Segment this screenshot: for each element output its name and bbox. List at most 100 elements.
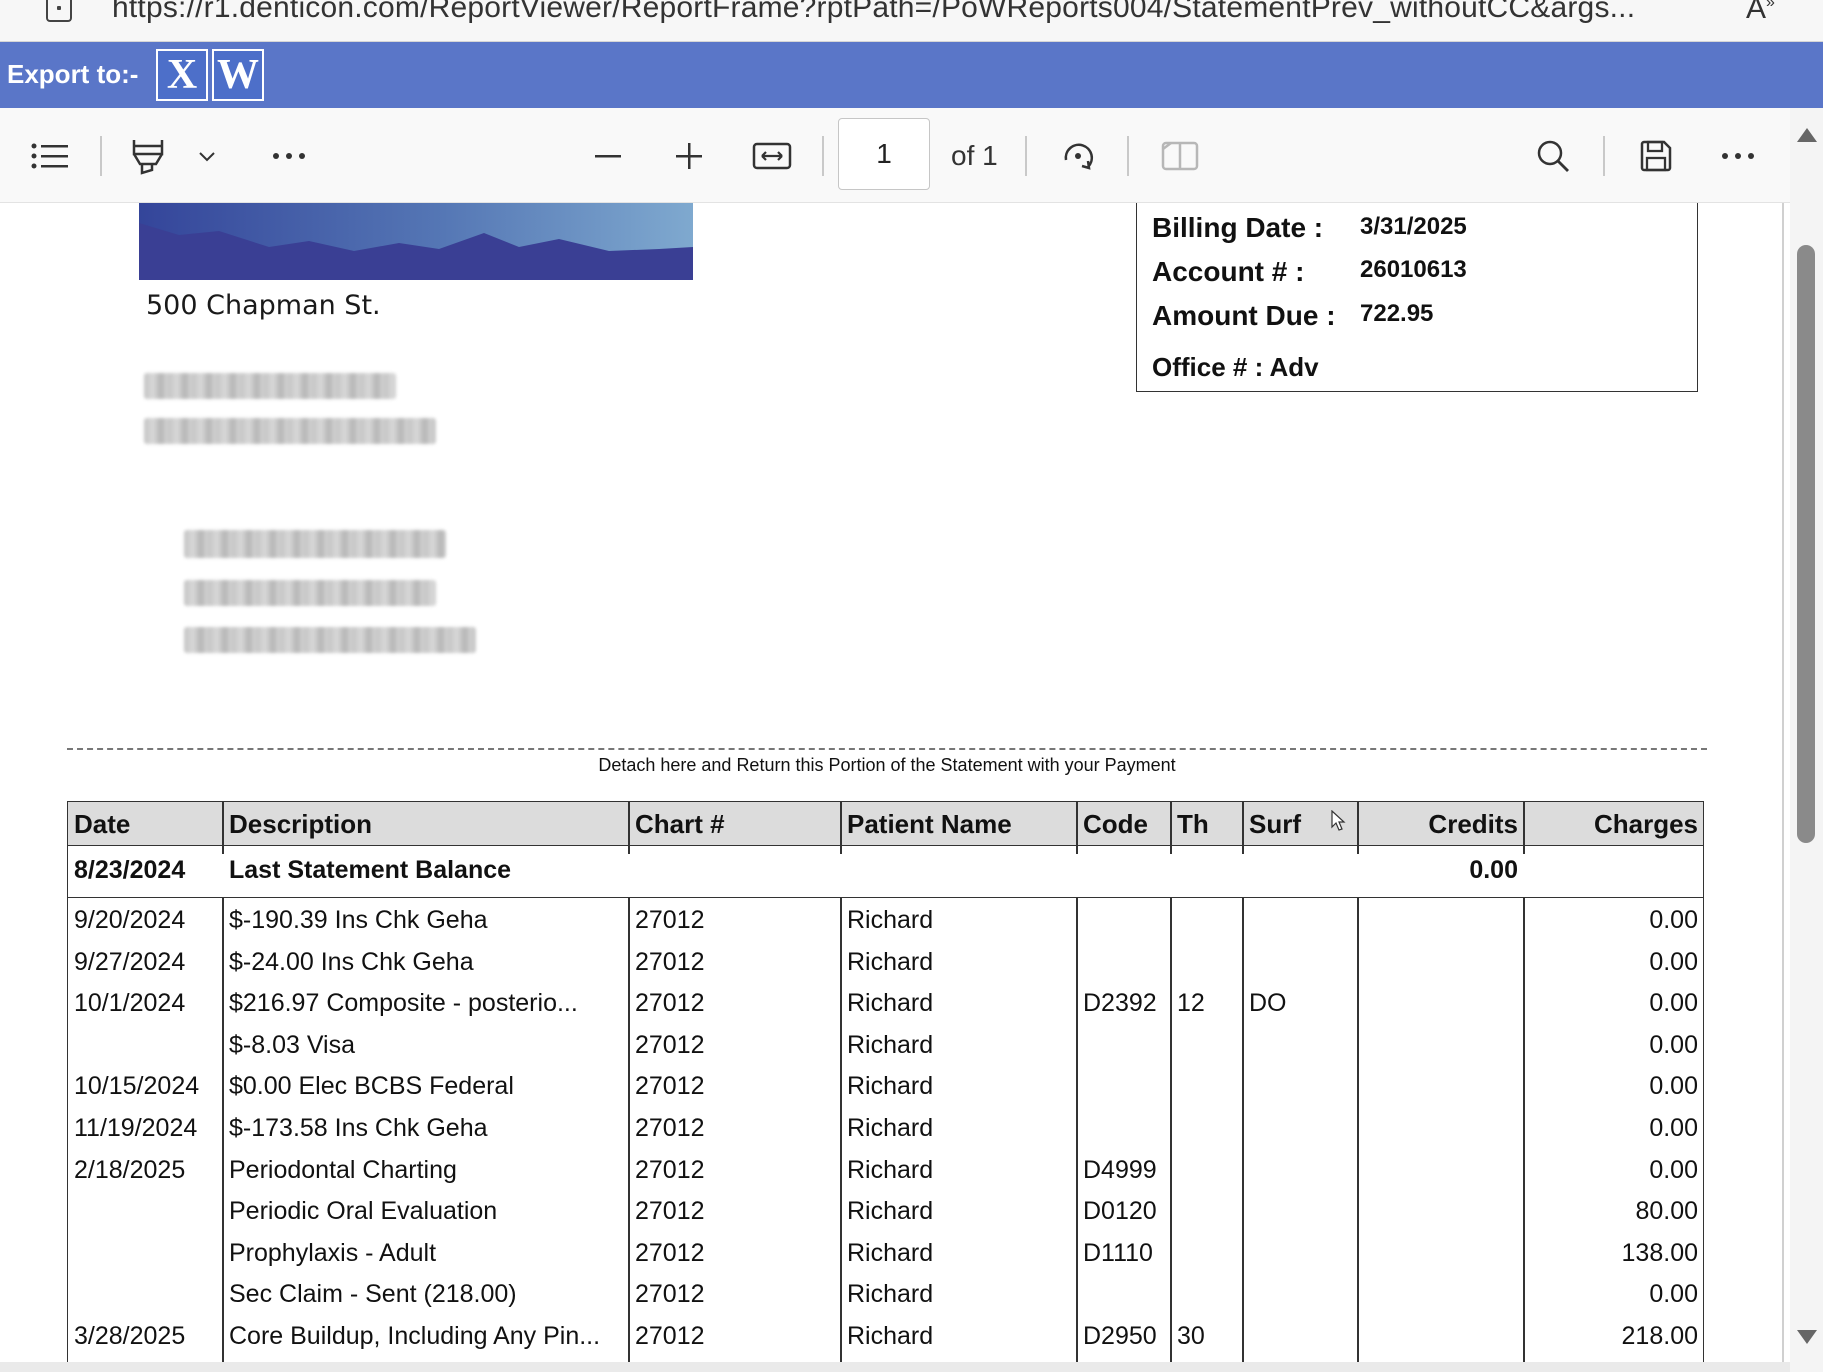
cell-code: D2392 [1083,989,1157,1017]
cell-description: $-190.39 Ins Chk Geha [229,906,488,934]
cell-patient: Richard [847,1239,934,1267]
address-bar: https://r1.denticon.com/ReportViewer/Rep… [0,0,1823,42]
cell-charges: 0.00 [1649,1280,1698,1308]
highlight-icon[interactable] [126,108,170,203]
billing-date-label: Billing Date : [1152,212,1324,243]
cell-description: Periodic Oral Evaluation [229,1197,498,1225]
search-icon[interactable] [1533,108,1573,203]
scroll-down-arrow-icon[interactable] [1797,1330,1817,1344]
billing-summary-box: Billing Date : 3/31/2025 Account # : 260… [1136,203,1698,392]
cell-date: 9/27/2024 [74,948,186,976]
cell-chart: 27012 [635,1114,705,1142]
cell-chart: 27012 [635,906,705,934]
amount-due-value: 722.95 [1360,300,1434,327]
cell-chart: 27012 [635,1280,705,1308]
more-options-icon[interactable] [1717,108,1759,203]
col-header-date: Date [74,809,131,839]
cell-chart: 27012 [635,989,705,1017]
page-info-icon[interactable] [46,0,72,22]
scroll-up-arrow-icon[interactable] [1797,128,1817,142]
statement-table: Date Description Chart # Patient Name Co… [67,801,1704,1365]
cell-charges: 0.00 [1649,1114,1698,1142]
cell-charges: 0.00 [1649,989,1698,1017]
practice-logo [139,203,693,280]
fit-width-icon[interactable] [750,108,794,203]
col-header-chart: Chart # [635,809,725,839]
col-header-description: Description [229,809,373,839]
more-icon[interactable] [268,108,310,203]
cell-description: Core Buildup, Including Any Pin... [229,1322,601,1350]
cell-patient: Richard [847,1072,934,1100]
mouse-cursor-icon [1331,810,1346,831]
cell-chart: 27012 [635,1156,705,1184]
page-number-input[interactable]: 1 [838,118,930,190]
column-divider [222,898,224,1365]
account-label: Account # : [1152,256,1305,287]
save-icon[interactable] [1636,108,1676,203]
cell-patient: Richard [847,948,934,976]
scrollbar-thumb[interactable] [1797,245,1815,843]
column-divider [840,898,842,1365]
cell-chart: 27012 [635,1072,705,1100]
account-value: 26010613 [1360,256,1467,283]
cell-patient: Richard [847,1322,934,1350]
url-text[interactable]: https://r1.denticon.com/ReportViewer/Rep… [112,0,1635,25]
cell-patient: Richard [847,1114,934,1142]
zoom-out-icon[interactable] [590,108,626,203]
cell-th: 12 [1177,989,1205,1017]
cell-date: 10/15/2024 [74,1072,200,1100]
cell-surf: DO [1249,989,1287,1017]
cell-patient: Richard [847,1031,934,1059]
contents-icon[interactable] [26,108,74,203]
column-divider [1242,898,1244,1365]
pdf-page: 500 Chapman St. Billing Date : 3/31/2025… [12,203,1784,1365]
rotate-icon[interactable] [1056,108,1100,203]
redacted-patient-city [184,627,476,653]
cell-chart: 27012 [635,1197,705,1225]
zoom-in-icon[interactable] [671,108,707,203]
cell-code: D0120 [1083,1197,1157,1225]
cell-description: Prophylaxis - Adult [229,1239,437,1267]
chevron-down-icon[interactable] [194,108,220,203]
column-divider [1076,898,1078,1365]
col-header-charges: Charges [1593,809,1698,839]
col-header-credits: Credits [1428,809,1518,839]
practice-address: 500 Chapman St. [146,290,381,321]
cell-patient: Richard [847,906,934,934]
cell-patient: Richard [847,1156,934,1184]
cell-chart: 27012 [635,1322,705,1350]
cell-charges: 218.00 [1621,1322,1698,1350]
cell-charges: 0.00 [1649,1031,1698,1059]
export-word-button[interactable]: W [212,49,264,101]
cell-date: 2/18/2025 [74,1156,186,1184]
page-view-icon[interactable] [1158,108,1202,203]
cell-charges: 0.00 [1649,906,1698,934]
export-excel-button[interactable]: X [156,49,208,101]
cell-description: $-24.00 Ins Chk Geha [229,948,474,976]
cell-description: $216.97 Composite - posterio... [229,989,578,1017]
pdf-toolbar: 1 of 1 [0,108,1790,203]
cell-patient: Richard [847,1280,934,1308]
cell-date: 11/19/2024 [74,1114,198,1142]
cell-code: D4999 [1083,1156,1157,1184]
cell-charges: 0.00 [1649,1156,1698,1184]
balance-credits: 0.00 [1469,856,1518,884]
col-header-surf: Surf [1249,809,1301,839]
redacted-patient-street [184,580,436,606]
read-aloud-icon[interactable]: A» [1746,0,1775,26]
col-header-patient-name: Patient Name [847,809,1012,839]
cell-description: Periodontal Charting [229,1156,457,1184]
cell-description: $-8.03 Visa [229,1031,356,1059]
cell-description: Sec Claim - Sent (218.00) [229,1280,517,1308]
page-count: of 1 [951,140,998,171]
cell-date: 3/28/2025 [74,1322,186,1350]
cell-code: D2950 [1083,1322,1157,1350]
cell-description: $-173.58 Ins Chk Geha [229,1114,488,1142]
office-number: Office # : Adv [1152,352,1319,382]
redacted-patient-name [184,530,446,558]
cell-patient: Richard [847,989,934,1017]
billing-date-value: 3/31/2025 [1360,213,1467,240]
detach-divider [67,748,1707,750]
cell-date: 10/1/2024 [74,989,186,1017]
redacted-city [144,373,396,399]
